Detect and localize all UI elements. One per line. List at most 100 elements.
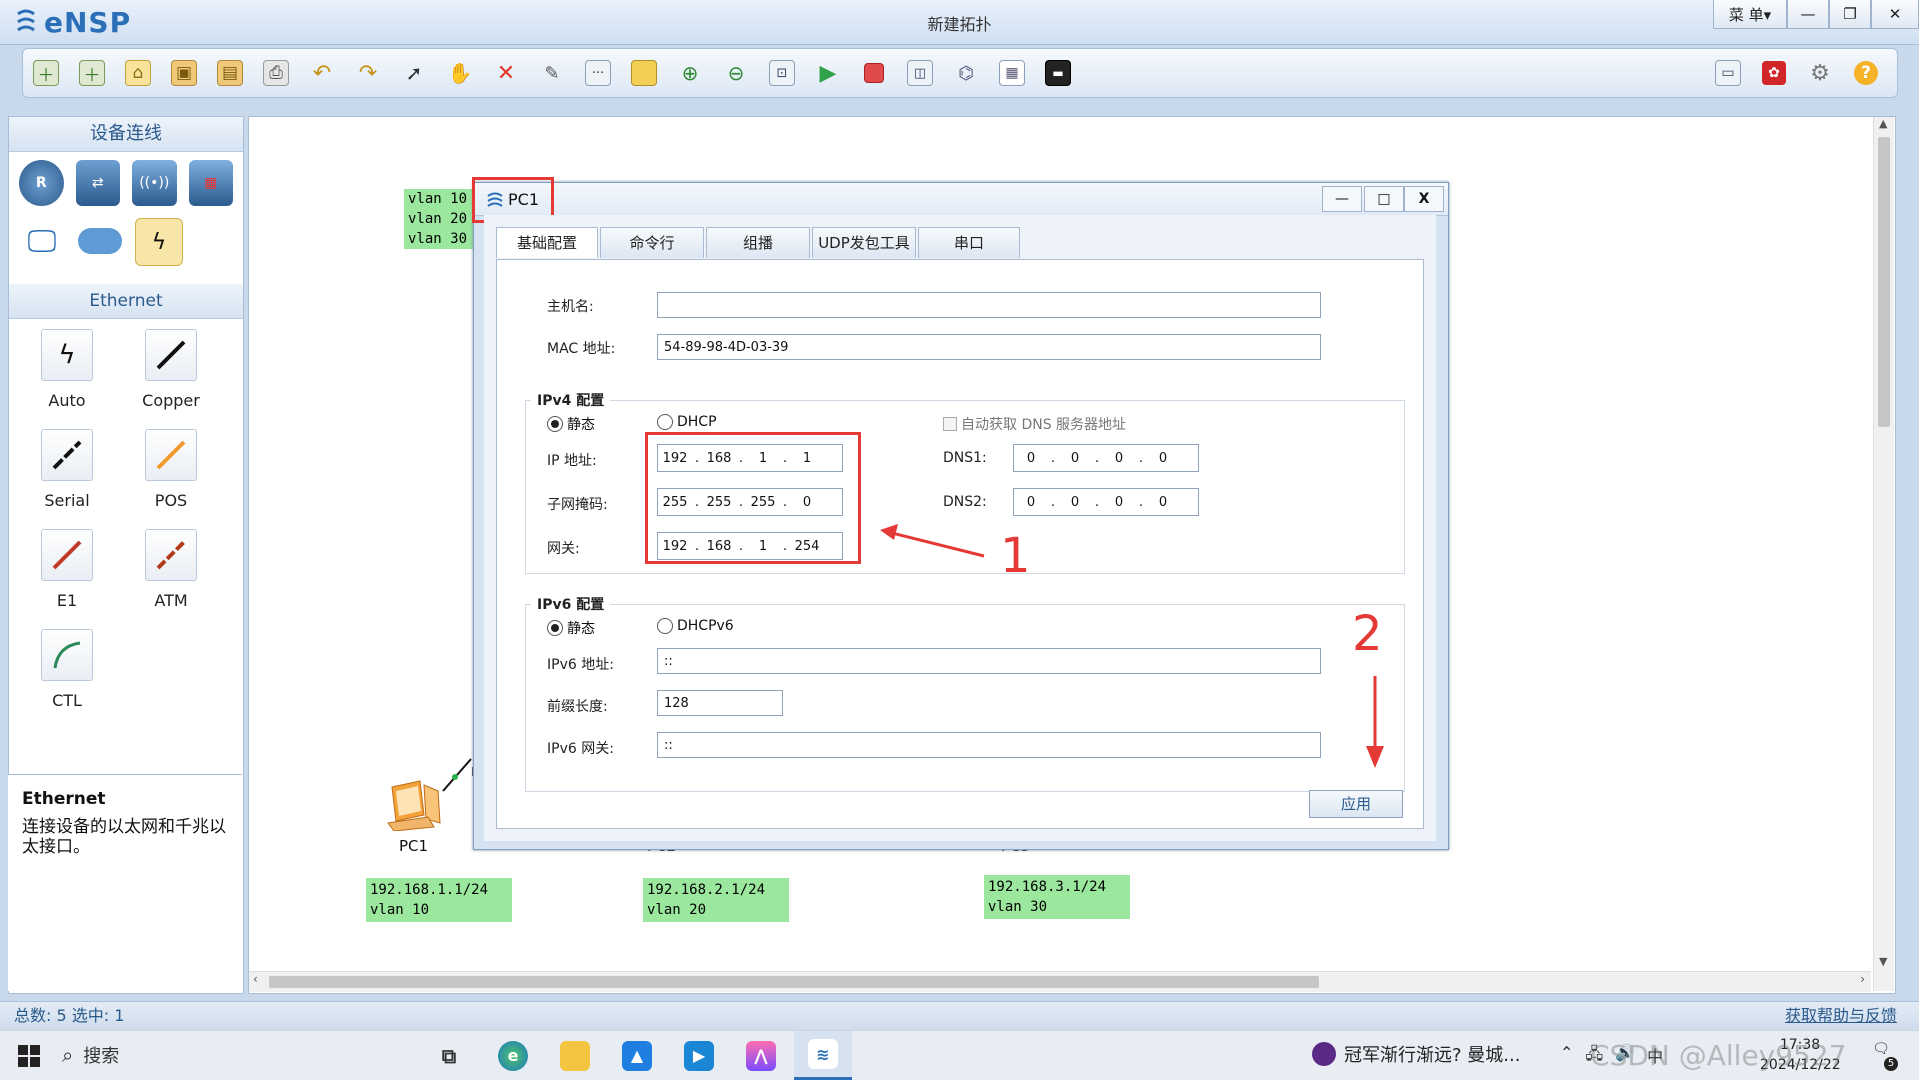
save-as-button[interactable]: ▤ [207,53,253,93]
auto-cable-icon: ϟ [41,329,93,381]
zoom-out-icon: ⊖ [727,61,745,85]
auto-dns-checkbox[interactable]: 自动获取 DNS 服务器地址 [943,414,1126,434]
horizontal-scroll-thumb[interactable] [269,976,1319,988]
tab-udp-tool[interactable]: UDP发包工具 [812,227,916,258]
select-button[interactable]: ➚ [391,53,437,93]
vertical-scrollbar[interactable]: ▲ ▼ [1873,117,1894,991]
cable-copper[interactable]: Copper [121,329,221,410]
pc2-note[interactable]: 192.168.2.1/24 vlan 20 [643,878,789,922]
dialog-maximize-button[interactable]: □ [1364,186,1404,212]
table-button[interactable]: ▦ [989,53,1035,93]
switch-category[interactable]: ⇄ [75,160,120,206]
ipv6-dhcp-radio[interactable]: DHCPv6 [657,618,734,634]
ipv6-address-input[interactable]: :: [657,648,1321,674]
fit-button[interactable]: ⊡ [759,53,805,93]
hand-button[interactable]: ✋ [437,53,483,93]
hostname-input[interactable] [657,292,1321,318]
palette-button[interactable] [621,53,667,93]
dialog-close-button[interactable]: X [1404,186,1444,212]
dns1-input[interactable]: 0. 0. 0. 0 [1013,444,1199,472]
settings-button[interactable]: ⚙ [1797,53,1843,93]
minimize-button[interactable]: — [1787,0,1829,29]
apply-button[interactable]: 应用 [1309,790,1403,818]
new-project-button[interactable]: ＋ [69,53,115,93]
menu-button[interactable]: 菜 单▾ [1713,0,1787,29]
task-view-button[interactable]: ⧉ [420,1031,478,1080]
cable-category[interactable]: ϟ [135,218,183,266]
pc3-note[interactable]: 192.168.3.1/24 vlan 30 [984,875,1130,919]
close-button[interactable]: ✕ [1871,0,1919,29]
cable-serial[interactable]: Serial [17,429,117,510]
wireless-category[interactable]: ((•)) [132,160,177,206]
new-topology-button[interactable]: ＋ [23,53,69,93]
start-button[interactable]: ▶ [805,53,851,93]
print-button[interactable]: ⎙ [253,53,299,93]
zoom-in-button[interactable]: ⊕ [667,53,713,93]
help-feedback-link[interactable]: 获取帮助与反馈 [1785,1002,1897,1030]
taskbar-search[interactable]: ⌕ 搜索 [62,1037,418,1073]
scroll-left-icon[interactable]: ‹ [253,972,258,986]
scroll-up-icon[interactable]: ▲ [1879,117,1887,130]
mac-input[interactable]: 54-89-98-4D-03-39 [657,334,1321,360]
capture-button[interactable]: ◫ [897,53,943,93]
ip-highlight-box [645,432,861,564]
scroll-down-icon[interactable]: ▼ [1879,955,1887,968]
vertical-scroll-thumb[interactable] [1878,137,1890,427]
cable-atm[interactable]: ATM [121,529,221,610]
pc1-device[interactable] [384,777,448,832]
save-button[interactable]: ▣ [161,53,207,93]
ensp-task-button[interactable]: ≋ [794,1031,852,1080]
terminal-button[interactable]: ▬ [1035,53,1081,93]
firewall-category[interactable]: ▦ [188,160,233,206]
cloud-category[interactable] [77,218,123,264]
ipv6-static-radio[interactable]: 静态 [547,618,595,638]
design-app-button[interactable]: ⋀ [732,1031,790,1080]
horizontal-scrollbar[interactable]: ‹ › [249,971,1871,992]
zoom-out-button[interactable]: ⊖ [713,53,759,93]
media-player-button[interactable]: ▶ [670,1031,728,1080]
pc-category[interactable]: 🖵 [19,218,65,264]
text-button[interactable]: ··· [575,53,621,93]
capture-icon: ◫ [907,60,933,86]
tab-command-line[interactable]: 命令行 [600,227,704,258]
pc1-note[interactable]: 192.168.1.1/24 vlan 10 [366,878,512,922]
edge-button[interactable]: e [484,1031,542,1080]
undo-button[interactable]: ↶ [299,53,345,93]
router-category[interactable]: R [19,160,64,206]
dns2-input[interactable]: 0. 0. 0. 0 [1013,488,1199,516]
photos-button[interactable]: ▲ [608,1031,666,1080]
tab-multicast[interactable]: 组播 [706,227,810,258]
topology-button[interactable]: ⌬ [943,53,989,93]
redo-button[interactable]: ↷ [345,53,391,93]
restore-button[interactable]: ❐ [1829,0,1871,29]
cable-auto[interactable]: ϟ Auto [17,329,117,410]
open-button[interactable]: ⌂ [115,53,161,93]
cable-ctl[interactable]: CTL [17,629,117,710]
help-button[interactable]: ? [1843,53,1889,93]
cable-section-title: Ethernet [9,284,243,319]
news-widget[interactable]: 冠军渐行渐远? 曼城... [1312,1041,1520,1067]
fit-icon: ⊡ [769,60,795,86]
explorer-button[interactable] [546,1031,604,1080]
prefix-length-input[interactable]: 128 [657,690,783,716]
start-menu-button[interactable] [0,1031,58,1080]
huawei-button[interactable]: ✿ [1751,53,1797,93]
tray-chevron-icon[interactable]: ⌃ [1560,1043,1573,1070]
delete-link-button[interactable]: ✎ [529,53,575,93]
chat-button[interactable]: ▭ [1705,53,1751,93]
firewall-icon: ▦ [204,175,218,191]
stop-button[interactable] [851,53,897,93]
dialog-minimize-button[interactable]: — [1322,186,1362,212]
cable-pos[interactable]: POS [121,429,221,510]
zoom-in-icon: ⊕ [681,61,699,85]
scroll-right-icon[interactable]: › [1860,972,1865,986]
info-title: Ethernet [22,789,106,809]
tab-serial[interactable]: 串口 [918,227,1020,258]
notification-button[interactable]: 🗨 5 [1868,1041,1898,1071]
ipv4-static-radio[interactable]: 静态 [547,414,595,434]
ipv4-dhcp-radio[interactable]: DHCP [657,414,717,430]
tab-basic-config[interactable]: 基础配置 [496,227,598,258]
delete-button[interactable]: ✕ [483,53,529,93]
ipv6-gateway-input[interactable]: :: [657,732,1321,758]
cable-e1[interactable]: E1 [17,529,117,610]
